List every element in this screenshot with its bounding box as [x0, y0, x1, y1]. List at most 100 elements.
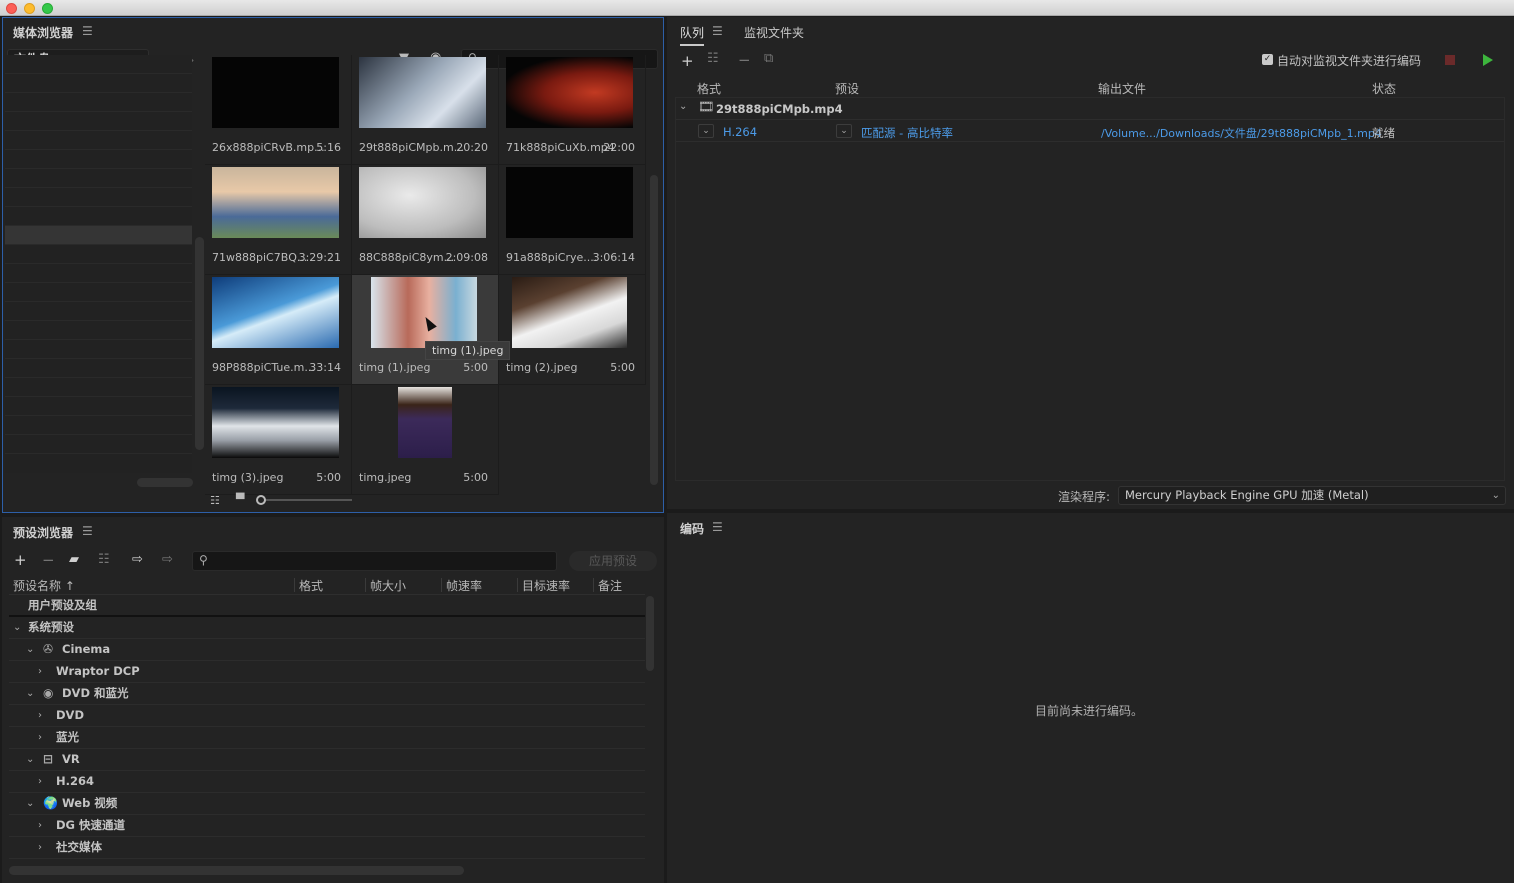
add-output-icon[interactable]: ☷ [707, 51, 719, 66]
col-frame-rate[interactable]: 帧速率 [446, 577, 482, 594]
media-tile[interactable]: timg (3).jpeg 5:00 [205, 385, 352, 495]
chevron-right-icon[interactable]: › [38, 705, 42, 726]
media-tile[interactable]: timg (2).jpeg 5:00 [499, 275, 646, 385]
tree-row[interactable] [5, 397, 192, 416]
chevron-down-icon[interactable]: ⌄ [26, 683, 34, 704]
import-preset-icon[interactable]: ⇨ [132, 552, 143, 567]
media-tile[interactable]: timg (1).jpeg 5:00 [352, 275, 499, 385]
column-divider[interactable] [517, 578, 518, 592]
col-target-rate[interactable]: 目标速率 [522, 577, 570, 594]
window-close-button[interactable] [6, 3, 17, 14]
media-tile[interactable]: timg.jpeg 5:00 [352, 385, 499, 495]
preset-dropdown-toggle[interactable]: ⌄ [836, 124, 852, 138]
preset-tree-row[interactable]: ⌄ ⊟ VR [9, 749, 645, 771]
new-group-icon[interactable]: ▰ [69, 552, 79, 567]
tree-row[interactable] [5, 283, 192, 302]
preset-tree-row[interactable]: ⌄ ◉ DVD 和蓝光 [9, 683, 645, 705]
media-tile[interactable]: 88C888piC8ym... 2:09:08 [352, 165, 499, 275]
tree-row[interactable] [5, 416, 192, 435]
col-preset-name[interactable]: 预设名称 ↑ [13, 577, 75, 594]
media-tile[interactable]: 71k888piCuXb.mp4 22:00 [499, 55, 646, 165]
tree-row[interactable] [5, 264, 192, 283]
add-preset-icon[interactable]: + [14, 551, 27, 569]
tree-row[interactable] [5, 169, 192, 188]
chevron-right-icon[interactable]: › [38, 771, 42, 792]
media-tile[interactable]: 71w888piC7BQ... 3:29:21 [205, 165, 352, 275]
tree-row[interactable] [5, 378, 192, 397]
tree-row[interactable] [5, 302, 192, 321]
source-row[interactable]: ⌄ 🎞 29t888piCMpb.mp4 [676, 98, 1504, 120]
media-tile[interactable]: 26x888piCRvB.mp... 5:16 [205, 55, 352, 165]
column-divider[interactable] [441, 578, 442, 592]
remove-icon[interactable]: − [738, 51, 751, 69]
col-preset[interactable]: 预设 [835, 80, 859, 97]
col-output[interactable]: 输出文件 [1098, 80, 1146, 97]
panel-menu-icon[interactable]: ☰ [712, 520, 723, 534]
media-tile[interactable]: 29t888piCMpb.m... 20:20 [352, 55, 499, 165]
tree-row[interactable] [5, 435, 192, 454]
tree-row[interactable] [5, 321, 192, 340]
slider-knob[interactable] [256, 495, 266, 505]
add-source-icon[interactable]: + [681, 52, 694, 70]
chevron-down-icon[interactable]: ⌄ [26, 749, 34, 770]
preset-tree-row[interactable]: › H.264 [9, 771, 645, 793]
remove-preset-icon[interactable]: − [42, 551, 55, 569]
chevron-right-icon[interactable]: › [38, 837, 42, 858]
duplicate-icon[interactable]: ⧉ [764, 51, 773, 66]
list-view-icon[interactable]: ☷ [210, 494, 220, 507]
preset-tree-row[interactable]: ⌄ ✇ Cinema [9, 639, 645, 661]
column-divider[interactable] [294, 578, 295, 592]
preset-settings-icon[interactable]: ☷ [98, 552, 110, 567]
thumbnail-size-slider[interactable] [256, 495, 352, 505]
col-format[interactable]: 格式 [299, 577, 323, 594]
preset-tree-row[interactable]: › DVD [9, 705, 645, 727]
preset-horizontal-scrollbar[interactable] [9, 866, 464, 875]
icon-view-icon[interactable]: ▀ [236, 493, 244, 506]
preset-vertical-scrollbar[interactable] [646, 596, 654, 671]
tree-row[interactable] [5, 131, 192, 150]
tree-horizontal-scrollbar[interactable] [137, 478, 193, 487]
output-file-link[interactable]: /Volume.../Downloads/文件盘/29t888piCMpb_1.… [1101, 125, 1382, 141]
window-minimize-button[interactable] [24, 3, 35, 14]
grid-vertical-scrollbar[interactable] [650, 175, 658, 485]
tab-watch-folders[interactable]: 监视文件夹 [744, 24, 804, 41]
tree-row[interactable] [5, 74, 192, 93]
tree-row[interactable] [5, 340, 192, 359]
chevron-right-icon[interactable]: › [38, 661, 42, 682]
tree-row[interactable] [5, 112, 192, 131]
renderer-dropdown[interactable]: Mercury Playback Engine GPU 加速 (Metal) ⌄ [1118, 486, 1506, 505]
chevron-down-icon[interactable]: ⌄ [679, 101, 687, 112]
tree-vertical-scrollbar[interactable] [195, 237, 204, 450]
col-status[interactable]: 状态 [1372, 80, 1396, 97]
col-frame-size[interactable]: 帧大小 [370, 577, 406, 594]
tree-row[interactable] [5, 55, 192, 74]
tree-row[interactable] [5, 207, 192, 226]
preset-tree-row[interactable]: 用户预设及组 [9, 595, 645, 617]
chevron-right-icon[interactable]: › [38, 815, 42, 836]
preset-tree-row[interactable]: ⌄ 🌍 Web 视频 [9, 793, 645, 815]
preset-tree-row[interactable]: ⌄ 系统预设 [9, 617, 645, 639]
preset-link[interactable]: 匹配源 - 高比特率 [861, 125, 953, 141]
format-dropdown-toggle[interactable]: ⌄ [698, 124, 714, 138]
window-zoom-button[interactable] [42, 3, 53, 14]
tree-row[interactable] [5, 245, 192, 264]
tree-row-selected[interactable] [5, 226, 192, 245]
stop-queue-button[interactable] [1445, 55, 1455, 65]
chevron-down-icon[interactable]: ⌄ [26, 639, 34, 660]
auto-encode-checkbox[interactable]: ✓ [1262, 54, 1273, 65]
chevron-down-icon[interactable]: ⌄ [26, 793, 34, 814]
start-queue-button[interactable] [1483, 54, 1493, 66]
preset-search-input[interactable]: ⚲ [192, 551, 557, 571]
preset-tree-row[interactable]: › 蓝光 [9, 727, 645, 749]
column-divider[interactable] [593, 578, 594, 592]
tree-row[interactable] [5, 188, 192, 207]
panel-menu-icon[interactable]: ☰ [82, 524, 93, 538]
preset-tree-row[interactable]: › Wraptor DCP [9, 661, 645, 683]
chevron-down-icon[interactable]: ⌄ [13, 617, 21, 638]
output-row[interactable]: ⌄ H.264 ⌄ 匹配源 - 高比特率 /Volume.../Download… [676, 120, 1504, 142]
col-notes[interactable]: 备注 [598, 577, 622, 594]
media-tile[interactable]: 98P888piCTue.m... 33:14 [205, 275, 352, 385]
column-divider[interactable] [365, 578, 366, 592]
media-tile[interactable]: 91a888piCrye.... 3:06:14 [499, 165, 646, 275]
preset-tree-row[interactable]: › 社交媒体 [9, 837, 645, 859]
